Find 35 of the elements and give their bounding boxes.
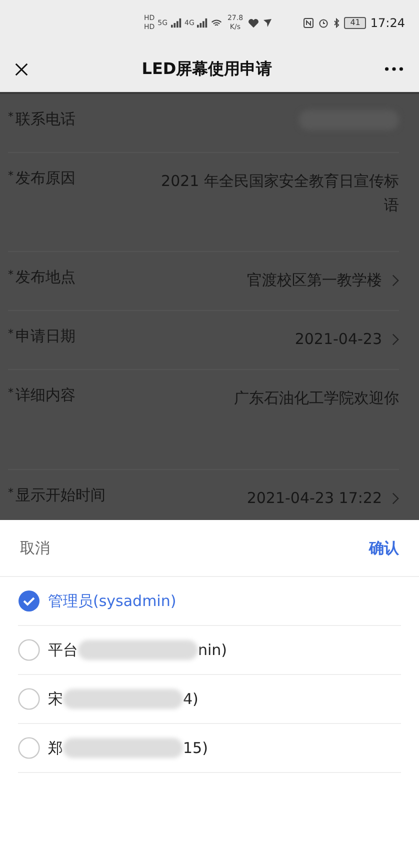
close-icon[interactable] <box>14 62 29 76</box>
chevron-right-icon <box>392 332 399 346</box>
radio-button[interactable] <box>18 737 40 759</box>
radio-button[interactable] <box>18 688 40 710</box>
bluetooth-icon <box>333 18 340 28</box>
signal-icon <box>197 18 208 28</box>
option-label[interactable]: nin) <box>198 641 228 659</box>
confirm-button[interactable]: 确认 <box>369 536 399 560</box>
more-icon[interactable] <box>385 67 403 71</box>
heart-icon <box>248 18 260 28</box>
cancel-button[interactable]: 取消 <box>20 536 50 560</box>
radio-button[interactable] <box>18 590 40 612</box>
clock: 17:24 <box>370 16 405 30</box>
page-title: LED屏幕使用申请 <box>142 58 272 80</box>
location-arrow-icon <box>262 18 274 28</box>
chevron-right-icon <box>392 274 399 286</box>
option-label[interactable]: 15) <box>183 739 208 757</box>
option-label[interactable]: 郑 <box>48 738 63 758</box>
required-mark: * <box>8 386 14 399</box>
required-mark: * <box>8 327 14 340</box>
signal-icon <box>170 18 182 28</box>
option-label[interactable]: 平台 <box>48 640 78 660</box>
wifi-icon <box>211 18 222 28</box>
chevron-right-icon <box>392 492 399 504</box>
alarm-icon <box>318 18 330 28</box>
battery-icon: 41 <box>344 17 366 29</box>
nfc-icon <box>303 18 314 28</box>
required-mark: * <box>8 268 14 281</box>
required-mark: * <box>8 169 14 182</box>
required-mark: * <box>8 486 14 499</box>
option-label[interactable]: 管理员(sysadmin) <box>48 592 176 610</box>
option-label[interactable]: 宋 <box>48 690 63 708</box>
required-mark: * <box>8 110 14 123</box>
option-label[interactable]: 4) <box>183 690 198 708</box>
radio-button[interactable] <box>18 639 40 661</box>
